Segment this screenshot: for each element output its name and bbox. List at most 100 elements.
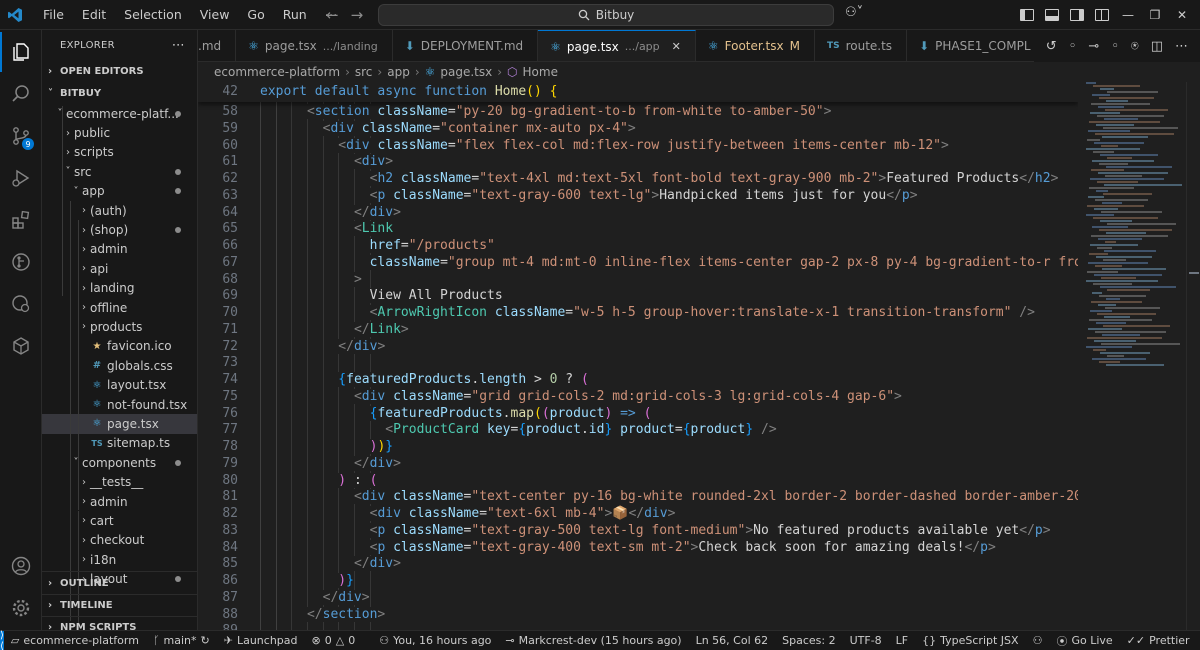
tree-item[interactable]: ˅ src bbox=[42, 162, 197, 181]
copilot-icon[interactable]: ⍟ bbox=[1131, 39, 1139, 54]
tree-item[interactable]: › offline bbox=[42, 298, 197, 317]
editor-tab[interactable]: ⬇ DEPLOYMENT.md bbox=[393, 30, 539, 61]
encoding[interactable]: UTF-8 bbox=[843, 634, 889, 647]
tree-item[interactable]: ˅ ecommerce-platf... bbox=[42, 104, 197, 123]
code-line[interactable]: ))} bbox=[369, 439, 394, 454]
tree-item[interactable]: › cart bbox=[42, 511, 197, 530]
code-line[interactable]: )} bbox=[338, 573, 354, 588]
split-editor-icon[interactable]: ◫ bbox=[1151, 39, 1163, 54]
tree-item[interactable]: › products bbox=[42, 317, 197, 336]
editor-tab[interactable]: .md bbox=[198, 30, 237, 61]
run-debug-icon[interactable] bbox=[0, 158, 42, 198]
go-live[interactable]: ⦿ Go Live bbox=[1049, 633, 1119, 649]
editor-tab[interactable]: ⚛ page.tsx .../landing bbox=[236, 30, 393, 61]
toggle-primary-sidebar-icon[interactable] bbox=[1020, 9, 1034, 21]
code-line[interactable]: > bbox=[353, 271, 362, 287]
code-line[interactable]: <div> bbox=[353, 154, 394, 170]
maximize-icon[interactable]: ❐ bbox=[1147, 7, 1163, 23]
toggle-secondary-sidebar-icon[interactable] bbox=[1070, 9, 1084, 21]
editor-tab[interactable]: ⚛ page.tsx .../app ✕ bbox=[538, 30, 696, 61]
workspace-root-section[interactable]: ˅ BITBUY bbox=[42, 82, 197, 104]
accounts-icon[interactable] bbox=[0, 546, 42, 586]
problems[interactable]: ⊗ 0 △ 0 bbox=[305, 634, 363, 647]
prettier[interactable]: ✓✓ Prettier bbox=[1120, 634, 1197, 647]
outline-section[interactable]: › OUTLINE bbox=[42, 572, 197, 594]
source-control-icon[interactable]: 9 bbox=[0, 116, 42, 156]
minimap[interactable] bbox=[1086, 82, 1186, 382]
tree-item[interactable]: › i18n bbox=[42, 550, 197, 569]
language-mode[interactable]: {} TypeScript JSX bbox=[915, 634, 1025, 647]
code-line[interactable]: </Link> bbox=[353, 321, 409, 337]
code-line[interactable]: </div> bbox=[338, 338, 386, 354]
tree-item[interactable]: › (shop) bbox=[42, 220, 197, 239]
more-actions-icon[interactable]: ⋯ bbox=[1175, 39, 1188, 54]
tree-item[interactable]: › (auth) bbox=[42, 201, 197, 220]
code-line[interactable]: className="group mt-4 md:mt-0 inline-fle… bbox=[369, 254, 1078, 270]
notifications-bell-icon[interactable]: 🔔︎ bbox=[1197, 634, 1200, 647]
history-icon[interactable]: ↺ bbox=[1046, 39, 1057, 54]
code-line[interactable]: <div className="grid grid-cols-2 md:grid… bbox=[353, 388, 902, 404]
git-blame[interactable]: ⚇ You, 16 hours ago bbox=[372, 634, 498, 647]
code-line[interactable]: {featuredProducts.map((product) => ( bbox=[369, 405, 652, 421]
breadcrumb-item[interactable]: page.tsx bbox=[440, 65, 492, 79]
menu-view[interactable]: View bbox=[191, 0, 239, 30]
minimize-icon[interactable]: — bbox=[1120, 7, 1136, 23]
previous-change-icon[interactable]: ◦ bbox=[1069, 39, 1077, 54]
forward-arrow-icon[interactable]: → bbox=[351, 6, 364, 24]
end-of-line[interactable]: LF bbox=[889, 634, 915, 647]
tree-item[interactable]: › admin bbox=[42, 492, 197, 511]
tree-item[interactable]: › admin bbox=[42, 240, 197, 259]
copilot-status-icon[interactable]: ⚇ bbox=[1026, 634, 1050, 647]
tree-item[interactable]: › api bbox=[42, 259, 197, 278]
tree-item[interactable]: ⚛ page.tsx bbox=[42, 414, 197, 434]
tree-item[interactable]: TS sitemap.ts bbox=[42, 434, 197, 453]
sticky-scroll-header[interactable]: 42 export default async function Home() { bbox=[198, 82, 1078, 102]
command-center[interactable]: Bitbuy bbox=[378, 4, 834, 26]
menu-go[interactable]: Go bbox=[238, 0, 273, 30]
breadcrumb-item[interactable]: ecommerce-platform bbox=[214, 65, 340, 79]
menu-edit[interactable]: Edit bbox=[73, 0, 115, 30]
code-line[interactable]: </div> bbox=[353, 204, 401, 220]
tree-item[interactable]: › landing bbox=[42, 279, 197, 298]
menu-file[interactable]: File bbox=[34, 0, 73, 30]
git-branch[interactable]: ᚴ main* ↻ bbox=[146, 634, 217, 647]
tree-item[interactable]: › __tests__ bbox=[42, 472, 197, 491]
explorer-more-icon[interactable]: ⋯ bbox=[172, 38, 185, 53]
next-change-icon[interactable]: ◦ bbox=[1111, 39, 1119, 54]
code-line[interactable]: <ArrowRightIcon className="w-5 h-5 group… bbox=[369, 305, 1035, 320]
manage-gear-icon[interactable] bbox=[0, 588, 42, 628]
containers-icon[interactable] bbox=[0, 326, 42, 366]
launchpad[interactable]: ✈ Launchpad bbox=[217, 634, 305, 647]
tree-item[interactable]: # globals.css bbox=[42, 356, 197, 375]
code-line[interactable]: View All Products bbox=[369, 288, 503, 304]
code-line[interactable]: </section> bbox=[306, 606, 386, 622]
code-line[interactable]: href="/products" bbox=[369, 238, 495, 253]
git-commit-icon[interactable]: ⊸ bbox=[1088, 39, 1099, 54]
explorer-icon[interactable] bbox=[0, 32, 42, 72]
editor-tab[interactable]: ⬇ PHASE1_COMPL bbox=[907, 30, 1046, 61]
editor-tab[interactable]: TS route.ts bbox=[815, 30, 908, 61]
breadcrumb-item[interactable]: Home bbox=[523, 65, 558, 79]
menu-run[interactable]: Run bbox=[274, 0, 316, 30]
code-line[interactable]: <ProductCard key={product.id} product={p… bbox=[385, 422, 777, 438]
code-line[interactable]: <div className="container mx-auto px-4"> bbox=[322, 120, 636, 136]
tree-item[interactable]: › public bbox=[42, 123, 197, 142]
tree-item[interactable]: ˅ app bbox=[42, 182, 197, 201]
code-line[interactable]: <h2 className="text-4xl md:text-5xl font… bbox=[369, 171, 1059, 186]
breadcrumb-item[interactable]: app bbox=[387, 65, 410, 79]
tree-item[interactable]: › scripts bbox=[42, 143, 197, 162]
tree-item[interactable]: › checkout bbox=[42, 531, 197, 550]
code-line[interactable]: </div> bbox=[353, 556, 401, 572]
extensions-icon[interactable] bbox=[0, 200, 42, 240]
code-line[interactable]: <p className="text-gray-500 text-lg font… bbox=[369, 522, 1051, 538]
editor-tab[interactable]: ⚛ Footer.tsx M bbox=[696, 30, 815, 61]
toggle-panel-icon[interactable] bbox=[1045, 9, 1059, 21]
code-line[interactable]: <section className="py-20 bg-gradient-to… bbox=[306, 104, 832, 119]
code-line[interactable]: </div> bbox=[322, 589, 370, 605]
code-editor[interactable]: 58 <section className="py-20 bg-gradient-… bbox=[198, 82, 1078, 630]
workspace-folder[interactable]: ▱ ecommerce-platform bbox=[4, 634, 146, 647]
code-line[interactable]: <Link bbox=[353, 221, 394, 237]
tree-item[interactable]: ˅ components bbox=[42, 453, 197, 472]
indentation[interactable]: Spaces: 2 bbox=[775, 634, 842, 647]
tree-item[interactable]: ⚛ layout.tsx bbox=[42, 375, 197, 394]
